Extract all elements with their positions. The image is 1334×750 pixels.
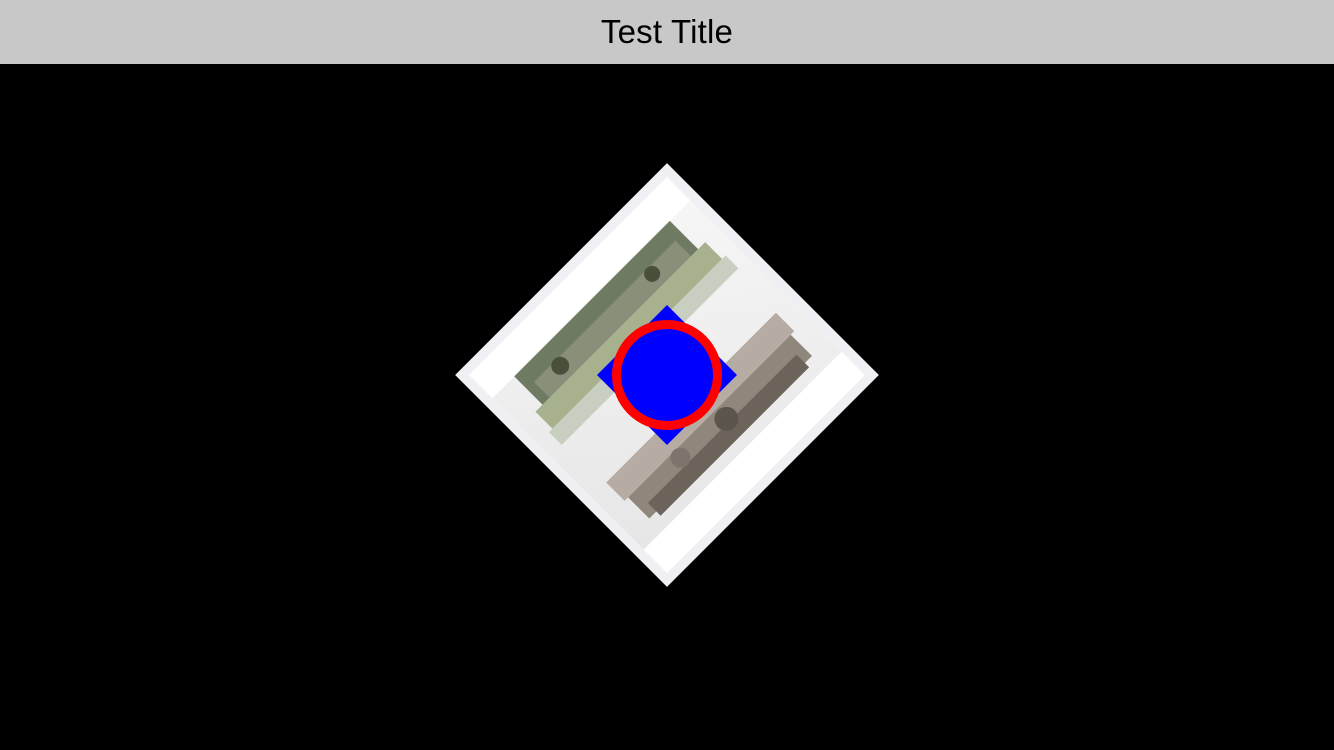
image-stage	[455, 163, 879, 587]
rotated-image-view[interactable]	[455, 163, 879, 587]
overlay-circle	[621, 329, 713, 421]
page-title: Test Title	[600, 13, 734, 50]
navigation-bar: Test Title	[0, 0, 1334, 64]
content-area	[0, 64, 1334, 750]
